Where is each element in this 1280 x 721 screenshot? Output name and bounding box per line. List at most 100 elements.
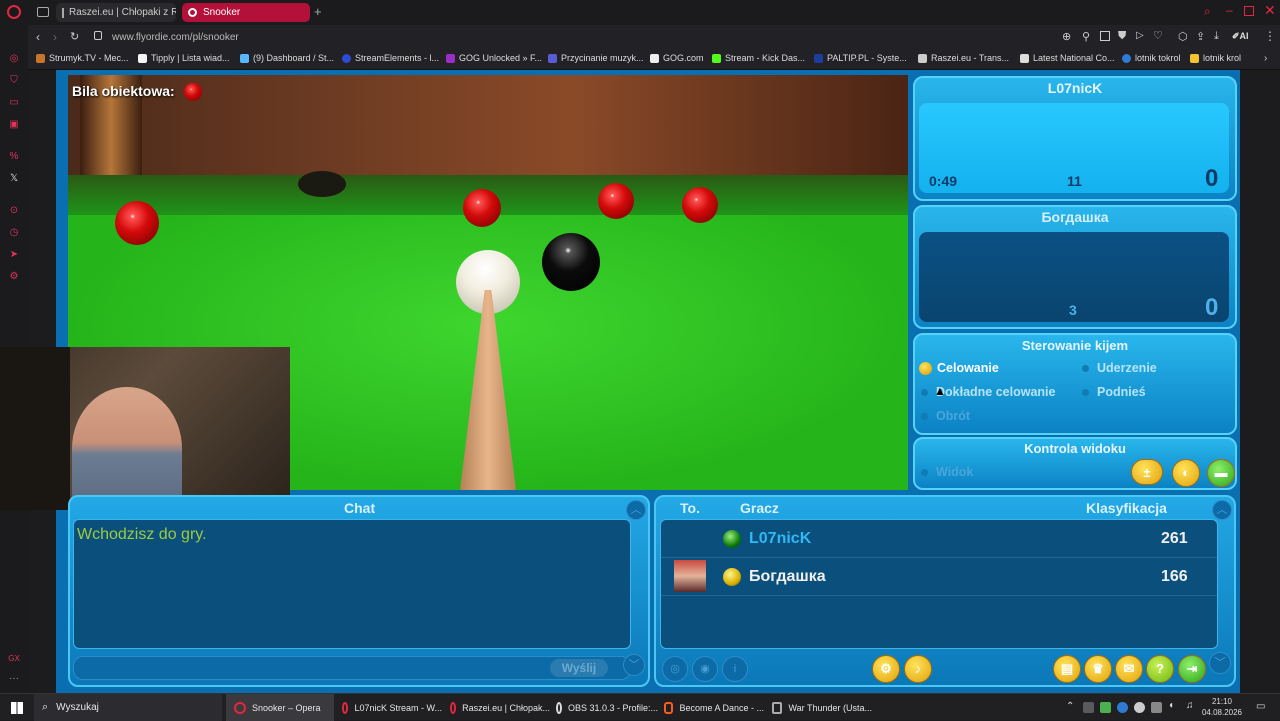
search-tabs-icon[interactable]: ⌕ [1204, 4, 1211, 19]
chat-send-button[interactable]: Wyślij [550, 659, 608, 677]
heart-icon[interactable]: ♡ [1153, 29, 1163, 42]
bookmark-item[interactable]: lotnik tokrol [1122, 53, 1181, 63]
gx-icon[interactable]: GX [8, 653, 20, 665]
share-icon[interactable]: ⇪ [1196, 30, 1205, 43]
chat-scroll-button[interactable]: ﹀ [623, 654, 645, 676]
tray-app-icon[interactable] [1117, 702, 1128, 713]
table-pocket [298, 171, 346, 197]
players-collapse-button[interactable]: ︿ [1212, 500, 1232, 520]
taskbar-app[interactable]: Snooker – Opera [226, 694, 334, 721]
volume-icon[interactable]: ◖ [1168, 700, 1174, 711]
reload-icon[interactable]: ↻ [70, 30, 79, 43]
tab-menu-icon[interactable] [37, 7, 49, 17]
bookmark-item[interactable]: Stream - Kick Das... [712, 53, 805, 63]
player-row[interactable]: L07nicK 261 [661, 520, 1217, 558]
view-rotate-button[interactable]: ◐ [1172, 459, 1200, 487]
info-button[interactable]: i [722, 656, 748, 682]
tray-app-icon[interactable] [1134, 702, 1145, 713]
bookmark-item[interactable]: Tipply | Lista wiad... [138, 53, 230, 63]
taskbar-app[interactable]: OBS 31.0.3 - Profile:... [552, 694, 658, 721]
history-icon[interactable]: ◷ [8, 227, 20, 239]
windows-start-icon[interactable] [11, 702, 23, 714]
chat-input[interactable]: Wyślij [73, 656, 631, 680]
opera-logo-icon[interactable] [7, 5, 21, 19]
snapshot-icon[interactable] [1100, 31, 1110, 41]
send-icon[interactable]: ➤ [8, 249, 20, 261]
x-icon[interactable]: 𝕏 [8, 173, 20, 185]
cue-option-aim[interactable]: Celowanie [919, 361, 999, 375]
player-row[interactable]: Богдашка 166 [661, 558, 1217, 596]
bookmark-item[interactable]: Przycinanie muzyk... [548, 53, 644, 63]
close-icon[interactable]: ✕ [1264, 2, 1276, 19]
bookmark-item[interactable]: StreamElements - l... [342, 53, 439, 63]
view-zoom-button[interactable]: ± [1131, 459, 1163, 485]
bookmark-item[interactable]: GOG Unlocked » F... [446, 53, 542, 63]
extensions-icon[interactable]: ⬡ [1178, 30, 1188, 43]
maximize-icon[interactable] [1244, 6, 1254, 16]
tray-app-icon[interactable] [1083, 702, 1094, 713]
clock-time: 21:10 [1211, 697, 1233, 706]
new-tab-plus-icon[interactable]: + [314, 4, 322, 19]
pin-icon[interactable]: ⚲ [1082, 30, 1090, 43]
cue-option-strike[interactable]: Uderzenie [1082, 361, 1157, 375]
notification-icon[interactable]: ▭ [1256, 701, 1265, 712]
trophy-button[interactable]: ♛ [1084, 655, 1112, 683]
bookmark-item[interactable]: Latest National Co... [1020, 53, 1115, 63]
forward-icon[interactable]: › [53, 30, 57, 44]
tray-overflow-icon[interactable]: ⌃ [1066, 701, 1074, 712]
cue-option-rotate[interactable]: Obrót [921, 409, 970, 423]
taskbar-app[interactable]: L07nicK Stream - W... [336, 694, 442, 721]
menu-icon[interactable]: ⋮ [1264, 29, 1276, 43]
taskbar-search[interactable]: ⌕ Wyszukaj [34, 694, 222, 721]
player2-score: 0 [1205, 294, 1219, 321]
settings-gear-button[interactable]: ⚙ [872, 655, 900, 683]
minimize-icon[interactable]: – [1226, 3, 1233, 17]
mail-icon[interactable]: ▣ [8, 119, 20, 131]
chat-icon[interactable]: ▭ [8, 97, 20, 109]
messages-button[interactable]: ✉ [1115, 655, 1143, 683]
players-scroll-button[interactable]: ﹀ [1209, 652, 1231, 674]
bookmark-item[interactable]: GOG.com [650, 53, 704, 63]
opera-app-icon [342, 701, 349, 714]
bookmark-item[interactable]: (9) Dashboard / St... [240, 53, 334, 63]
tab-snooker[interactable]: Snooker [182, 3, 310, 22]
microphone-icon[interactable]: ♫ [1186, 700, 1194, 711]
bookmark-item[interactable]: PALTIP.PL - Syste... [814, 53, 907, 63]
cue-option-raise[interactable]: Podnieś [1082, 385, 1146, 399]
bookmarks-more-icon[interactable]: › [1264, 53, 1267, 64]
player-play-icon[interactable]: ▷ [1136, 30, 1144, 41]
taskbar-app[interactable]: Raszei.eu | Chłopak... [444, 694, 550, 721]
tab-raszei[interactable]: Raszei.eu | Chłopaki z Ras [56, 3, 176, 22]
exit-button[interactable]: ⇥ [1178, 655, 1206, 683]
url-field[interactable]: www.flyordie.com/pl/snooker [112, 32, 239, 43]
view-top-button[interactable]: ▬ [1207, 459, 1235, 487]
tray-app-icon[interactable] [1151, 702, 1162, 713]
tray-app-icon[interactable] [1100, 702, 1111, 713]
settings-icon[interactable]: ⚙ [8, 271, 20, 283]
bookmark-item[interactable]: lotnik krol [1190, 53, 1241, 63]
sound-button[interactable]: ♪ [904, 655, 932, 683]
shield-icon[interactable]: ⛊ [1118, 30, 1126, 43]
more-icon[interactable]: ··· [8, 673, 20, 685]
bag-icon[interactable]: ⛉ [8, 75, 20, 87]
view-option[interactable]: Widok [921, 465, 973, 479]
leaderboard-button[interactable]: ▤ [1053, 655, 1081, 683]
taskbar-app[interactable]: Become A Dance - ... [660, 694, 764, 721]
taskbar-app[interactable]: War Thunder (Usta... [768, 694, 872, 721]
disabled-action-button[interactable]: ◎ [662, 656, 688, 682]
bookmark-item[interactable]: Strumyk.TV - Mec... [36, 53, 129, 63]
help-button[interactable]: ? [1146, 655, 1174, 683]
ai-button[interactable]: ✐AI [1232, 31, 1249, 42]
download-icon[interactable]: ⤓ [1214, 30, 1219, 43]
clock[interactable]: 21:10 04.08.2026 [1200, 696, 1244, 718]
disabled-action-button[interactable]: ◉ [692, 656, 718, 682]
bookmark-item[interactable]: Raszei.eu - Trans... [918, 53, 1009, 63]
chat-messages: Wchodzisz do gry. [73, 519, 631, 649]
zoom-icon[interactable]: ⊕ [1062, 30, 1071, 43]
player-icon[interactable]: ⊙ [8, 205, 20, 217]
messenger-icon[interactable]: ◎ [8, 53, 20, 65]
chat-collapse-button[interactable]: ︿ [626, 500, 646, 520]
percent-icon[interactable]: % [8, 151, 20, 163]
player1-score: 0 [1205, 165, 1219, 192]
back-icon[interactable]: ‹ [36, 30, 40, 44]
